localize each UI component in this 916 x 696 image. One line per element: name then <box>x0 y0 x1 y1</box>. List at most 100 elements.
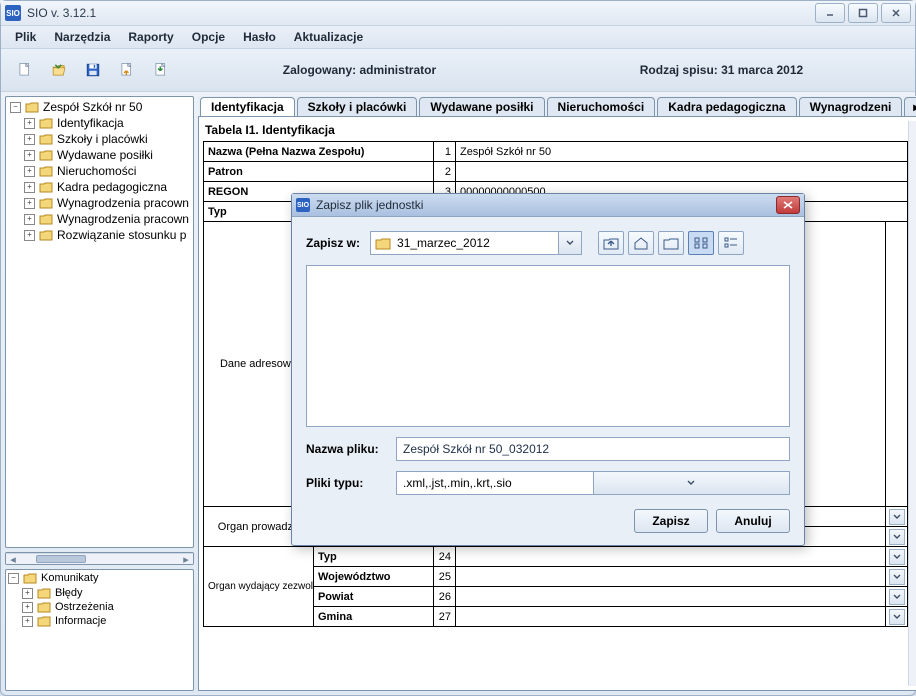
cell-label: Gmina <box>313 607 433 627</box>
chevron-down-icon[interactable] <box>889 509 905 525</box>
cell-dd[interactable] <box>886 547 908 567</box>
cell-value[interactable] <box>455 607 885 627</box>
expand-icon[interactable]: + <box>22 588 33 599</box>
folder-icon <box>39 229 53 241</box>
chevron-down-icon[interactable] <box>558 232 581 254</box>
dialog-titlebar[interactable]: SIO Zapisz plik jednostki <box>292 194 804 217</box>
expand-icon[interactable]: + <box>24 230 35 241</box>
expand-icon[interactable]: + <box>24 198 35 209</box>
save-button[interactable] <box>79 56 107 84</box>
tree-item-wynagrodzenia-1[interactable]: + Wynagrodzenia pracown <box>22 195 191 211</box>
tree-item-nieruchomosci[interactable]: + Nieruchomości <box>22 163 191 179</box>
file-list-area[interactable] <box>306 265 790 427</box>
chevron-down-icon[interactable] <box>889 589 905 605</box>
messages-item-info[interactable]: + Informacje <box>20 614 193 628</box>
filename-input[interactable] <box>396 437 790 461</box>
cell-dd[interactable] <box>886 527 908 547</box>
chevron-down-icon[interactable] <box>889 549 905 565</box>
tree-item-posilki[interactable]: + Wydawane posiłki <box>22 147 191 163</box>
chevron-down-icon[interactable] <box>889 569 905 585</box>
tree-item-label: Nieruchomości <box>57 164 136 178</box>
tree-horizontal-scrollbar[interactable]: ◂ ▸ <box>6 553 193 564</box>
expand-icon[interactable]: + <box>24 118 35 129</box>
expand-icon[interactable]: + <box>24 150 35 161</box>
export-button[interactable] <box>147 56 175 84</box>
cell-value[interactable] <box>455 567 885 587</box>
new-folder-button[interactable] <box>658 231 684 255</box>
folder-icon <box>25 101 39 113</box>
content-vertical-scrollbar[interactable] <box>908 121 916 686</box>
tab-posilki[interactable]: Wydawane posiłki <box>419 97 544 116</box>
icons-view-button[interactable] <box>688 231 714 255</box>
expand-icon[interactable]: + <box>24 214 35 225</box>
tree-item-rozwiazanie[interactable]: + Rozwiązanie stosunku p <box>22 227 191 243</box>
close-button[interactable] <box>881 3 911 23</box>
chevron-down-icon[interactable] <box>889 609 905 625</box>
chevron-down-icon[interactable] <box>889 529 905 545</box>
dialog-close-button[interactable] <box>776 196 800 214</box>
cell-dd[interactable] <box>886 507 908 527</box>
tab-wynagrodzenia[interactable]: Wynagrodzeni <box>799 97 903 116</box>
cell-dd[interactable] <box>886 222 908 507</box>
cell-value[interactable] <box>455 587 885 607</box>
filetype-dropdown[interactable]: .xml,.jst,.min,.krt,.sio <box>396 471 790 495</box>
import-button[interactable] <box>113 56 141 84</box>
census-type-label: Rodzaj spisu: 31 marca 2012 <box>640 63 803 77</box>
folder-icon <box>39 213 53 225</box>
messages-item-errors[interactable]: + Błędy <box>20 586 193 600</box>
scrollbar-thumb[interactable] <box>36 555 86 563</box>
expand-icon[interactable]: + <box>24 182 35 193</box>
menu-haslo[interactable]: Hasło <box>235 28 284 46</box>
cell-label: Nazwa (Pełna Nazwa Zespołu) <box>203 142 433 162</box>
tree-panel[interactable]: − Zespół Szkół nr 50 + Identyfikacja + S… <box>5 96 194 548</box>
menu-aktualizacje[interactable]: Aktualizacje <box>286 28 371 46</box>
expand-icon[interactable]: + <box>24 134 35 145</box>
tree-item-wynagrodzenia-2[interactable]: + Wynagrodzenia pracown <box>22 211 191 227</box>
expand-icon[interactable]: + <box>22 602 33 613</box>
home-button[interactable] <box>628 231 654 255</box>
open-folder-button[interactable] <box>45 56 73 84</box>
cell-value[interactable] <box>455 547 885 567</box>
cell-dd[interactable] <box>886 567 908 587</box>
messages-item-warnings[interactable]: + Ostrzeżenia <box>20 600 193 614</box>
cell-value[interactable]: Zespół Szkół nr 50 <box>455 142 907 162</box>
save-confirm-button[interactable]: Zapisz <box>634 509 708 533</box>
menu-raporty[interactable]: Raporty <box>120 28 181 46</box>
maximize-button[interactable] <box>848 3 878 23</box>
menubar: Plik Narzędzia Raporty Opcje Hasło Aktua… <box>1 26 915 49</box>
messages-root[interactable]: − Komunikaty <box>6 570 193 586</box>
tree-hscroll-panel: ◂ ▸ <box>5 552 194 565</box>
folder-icon <box>37 587 51 599</box>
collapse-icon[interactable]: − <box>10 102 21 113</box>
tree-item-kadra[interactable]: + Kadra pedagogiczna <box>22 179 191 195</box>
tab-identyfikacja[interactable]: Identyfikacja <box>200 97 295 116</box>
tree-item-identyfikacja[interactable]: + Identyfikacja <box>22 115 191 131</box>
expand-icon[interactable]: + <box>22 616 33 627</box>
cell-value[interactable] <box>455 162 907 182</box>
cell-dd[interactable] <box>886 607 908 627</box>
chevron-down-icon[interactable] <box>593 472 790 494</box>
menu-opcje[interactable]: Opcje <box>184 28 233 46</box>
menu-narzedzia[interactable]: Narzędzia <box>46 28 118 46</box>
minimize-button[interactable] <box>815 3 845 23</box>
savein-dropdown[interactable]: 31_marzec_2012 <box>370 231 582 255</box>
messages-item-label: Informacje <box>55 615 106 627</box>
expand-icon[interactable]: + <box>24 166 35 177</box>
tab-more-button[interactable]: ▸ <box>904 97 916 116</box>
cell-dd[interactable] <box>886 587 908 607</box>
up-folder-button[interactable] <box>598 231 624 255</box>
cancel-button[interactable]: Anuluj <box>716 509 790 533</box>
menu-plik[interactable]: Plik <box>7 28 44 46</box>
tree-root[interactable]: − Zespół Szkół nr 50 <box>8 99 191 115</box>
tree-item-szkoly[interactable]: + Szkoły i placówki <box>22 131 191 147</box>
new-document-button[interactable] <box>11 56 39 84</box>
tab-szkoly[interactable]: Szkoły i placówki <box>297 97 418 116</box>
cell-label: Patron <box>203 162 433 182</box>
dialog-title: Zapisz plik jednostki <box>316 198 770 212</box>
folder-icon <box>39 197 53 209</box>
tab-kadra[interactable]: Kadra pedagogiczna <box>657 97 796 116</box>
window-title: SIO v. 3.12.1 <box>27 6 809 20</box>
collapse-icon[interactable]: − <box>8 573 19 584</box>
tab-nieruchomosci[interactable]: Nieruchomości <box>547 97 656 116</box>
list-view-button[interactable] <box>718 231 744 255</box>
